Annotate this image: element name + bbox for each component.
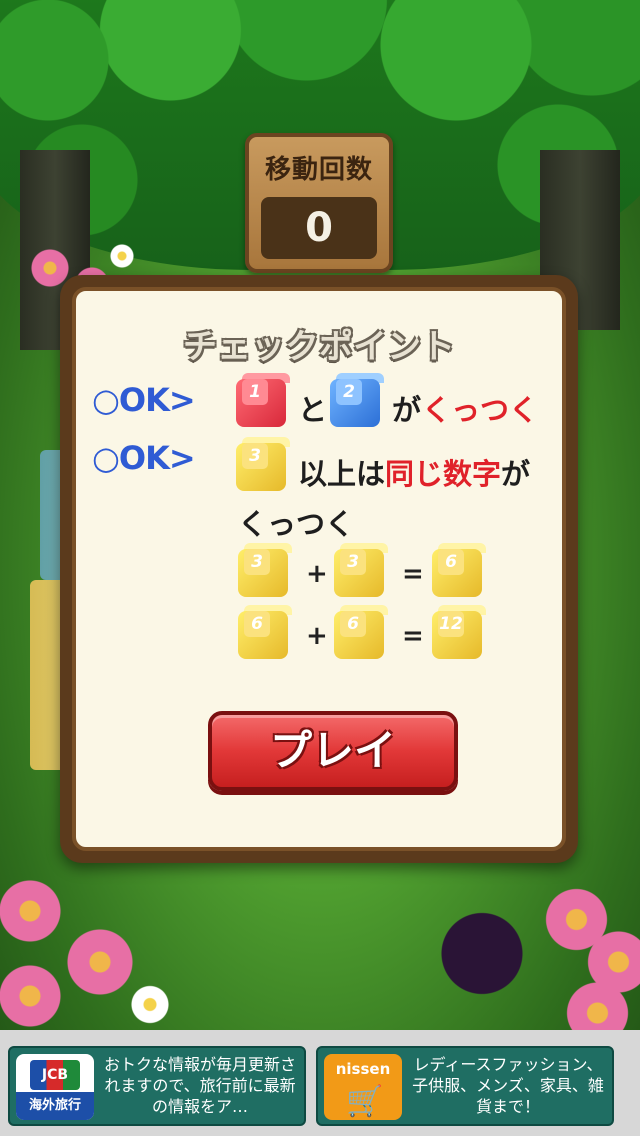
rule-text-highlight: 同じ数字 [385, 457, 502, 491]
cube-number: 2 [336, 379, 362, 405]
yellow-cube-icon: 3 [238, 543, 292, 597]
yellow-cube-icon: 6 [238, 605, 292, 659]
ad-banner-bar: JCB 海外旅行 おトクな情報が毎月更新されますので、旅行前に最新の情報をア… … [0, 1030, 640, 1136]
ad-banner-jcb[interactable]: JCB 海外旅行 おトクな情報が毎月更新されますので、旅行前に最新の情報をア… [8, 1046, 306, 1126]
move-counter-label: 移動回数 [264, 155, 373, 185]
stick-text: くっつく [422, 393, 539, 427]
dialog-title: チェックポイント [183, 327, 455, 367]
yellow-cube-icon: 12 [432, 605, 486, 659]
cube-number: 3 [244, 549, 270, 575]
move-counter-display: 0 [261, 197, 377, 259]
nissen-icon: nissen 🛒 [324, 1054, 402, 1120]
rule-text-c: くっつく [238, 507, 355, 541]
plus-sign: + [306, 621, 328, 651]
jcb-logo: JCB [30, 1060, 80, 1090]
blue-cube-icon: 2 [330, 373, 384, 427]
cube-number: 1 [242, 379, 268, 405]
move-counter: 移動回数 0 [245, 133, 393, 273]
ad-text: おトクな情報が毎月更新されますので、旅行前に最新の情報をア… [103, 1055, 296, 1116]
checkpoint-panel: チェックポイント ○OK> 1 と 2 が くっつく ○OK> 3 以上は同じ数… [72, 287, 566, 851]
rule-text: 以上は同じ数字が [298, 451, 530, 493]
jcb-icon: JCB 海外旅行 [16, 1054, 94, 1120]
ad-text: レディースファッション、子供服、メンズ、家具、雑貨まで！ [412, 1055, 604, 1116]
checkpoint-dialog: チェックポイント ○OK> 1 と 2 が くっつく ○OK> 3 以上は同じ数… [60, 275, 578, 863]
cube-number: 3 [242, 443, 268, 469]
move-counter-value: 0 [305, 205, 333, 251]
conjunction-text: と [298, 393, 328, 427]
cube-number: 3 [340, 549, 366, 575]
yellow-cube-icon: 6 [432, 543, 486, 597]
play-button[interactable]: プレイ [208, 711, 458, 791]
cube-number: 6 [340, 611, 366, 637]
equals-sign: = [402, 559, 424, 589]
flowers-decoration [440, 860, 640, 1030]
yellow-cube-icon: 6 [334, 605, 388, 659]
equals-sign: = [402, 621, 424, 651]
ad-banner-nissen[interactable]: nissen 🛒 レディースファッション、子供服、メンズ、家具、雑貨まで！ [316, 1046, 614, 1126]
rule-text-a: 以上は [298, 457, 386, 491]
rule-text-b: が [501, 457, 531, 491]
plus-sign: + [306, 559, 328, 589]
red-cube-icon: 1 [236, 373, 290, 427]
cube-number: 12 [438, 611, 464, 637]
cube-number: 6 [244, 611, 270, 637]
cube-number: 6 [438, 549, 464, 575]
flowers-decoration [0, 860, 190, 1030]
nissen-logo: nissen [335, 1060, 391, 1078]
ok-label: ○OK> [92, 439, 196, 477]
jcb-caption: 海外旅行 [16, 1092, 94, 1120]
shopping-cart-icon: 🛒 [346, 1084, 384, 1119]
yellow-cube-icon: 3 [236, 437, 290, 491]
play-button-label: プレイ [269, 726, 396, 775]
particle-text: が [392, 393, 422, 427]
ok-label: ○OK> [92, 381, 196, 419]
yellow-cube-icon: 3 [334, 543, 388, 597]
